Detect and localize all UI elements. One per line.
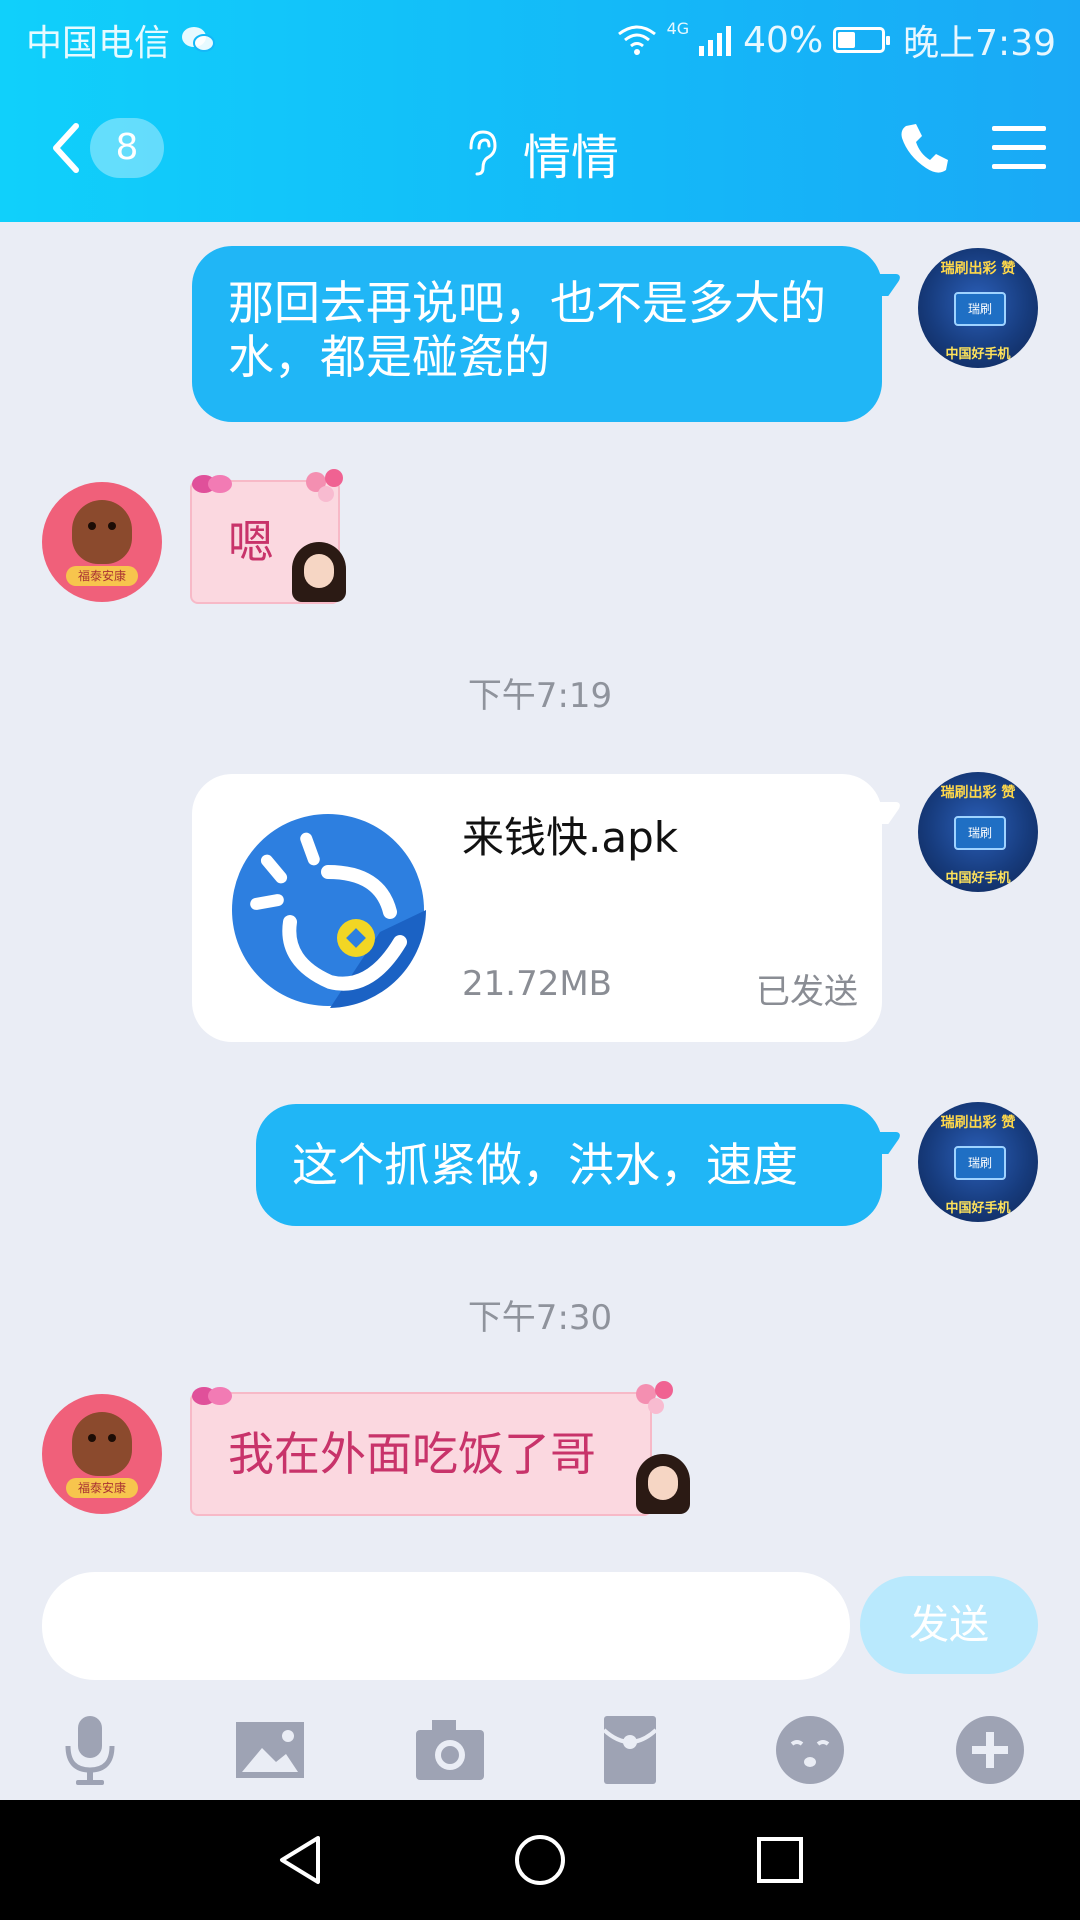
input-row: 发送 [0,1572,1080,1682]
timestamp: 下午7:30 [467,1298,613,1338]
emoji-icon[interactable] [770,1710,850,1790]
timestamp: 下午7:19 [467,676,613,716]
file-status: 已发送 [756,972,858,1012]
mic-icon[interactable] [50,1710,130,1790]
ear-icon[interactable] [461,128,501,178]
butterfly-icon [192,475,232,493]
recents-nav-icon[interactable] [750,1830,810,1890]
wechat-icon [182,27,216,52]
phone-icon[interactable] [898,120,950,176]
contact-avatar[interactable]: 福泰安康 [42,1394,162,1514]
camera-icon[interactable] [410,1710,490,1790]
sticker-girl [292,542,346,602]
message-bubble-outgoing[interactable]: 这个抓紧做，洪水，速度 [256,1104,882,1226]
input-toolbar [0,1700,1080,1810]
sticker-girl [636,1454,690,1514]
carrier: 中国电信 [26,14,216,66]
message-bubble-incoming[interactable]: 我在外面吃饭了哥 [190,1392,652,1516]
network-type: 4G [666,18,690,38]
nav-bar: 8 情情 [0,100,1080,200]
butterfly-icon [192,1387,232,1405]
signal-icon [699,26,732,56]
system-nav-bar [0,1800,1080,1920]
header: 中国电信 4G 40% 晚上7:39 8 情情 [0,0,1080,222]
file-name: 来钱快.apk [462,813,679,862]
red-packet-icon[interactable] [590,1710,670,1790]
file-size: 21.72MB [462,964,612,1004]
message-text: 我在外面吃饭了哥 [228,1427,596,1481]
file-message-card[interactable]: 来钱快.apk 21.72MB 已发送 [192,774,882,1042]
message-text: 嗯 [228,515,274,569]
send-button[interactable]: 发送 [860,1576,1038,1674]
my-avatar[interactable]: 瑞刷出彩 赞 瑞刷 中国好手机 [918,772,1038,892]
flower-icon [306,469,343,502]
message-text: 那回去再说吧，也不是多大的水，都是碰瓷的 [228,276,826,384]
my-avatar[interactable]: 瑞刷出彩 赞 瑞刷 中国好手机 [918,1102,1038,1222]
message-text: 这个抓紧做，洪水，速度 [292,1138,798,1192]
wifi-icon [617,25,656,55]
home-nav-icon[interactable] [510,1830,570,1890]
clock: 晚上7:39 [903,23,1056,64]
battery-icon [833,27,891,53]
message-input[interactable] [42,1572,850,1680]
plus-icon[interactable] [950,1710,1030,1790]
my-avatar[interactable]: 瑞刷出彩 赞 瑞刷 中国好手机 [918,248,1038,368]
flower-icon [636,1381,673,1414]
status-right: 4G 40% 晚上7:39 [617,14,1056,66]
message-bubble-outgoing[interactable]: 那回去再说吧，也不是多大的水，都是碰瓷的 [192,246,882,422]
battery-percent: 40% [743,19,824,61]
image-icon[interactable] [230,1710,310,1790]
contact-name[interactable]: 情情 [523,118,619,188]
back-nav-icon[interactable] [270,1830,330,1890]
apk-app-icon [232,814,426,1008]
menu-icon[interactable] [992,124,1046,172]
carrier-name: 中国电信 [26,23,171,64]
status-bar: 中国电信 4G 40% 晚上7:39 [0,0,1080,75]
message-list[interactable]: 瑞刷出彩 赞 瑞刷 中国好手机 那回去再说吧，也不是多大的水，都是碰瓷的 福泰安… [0,222,1080,1572]
contact-avatar[interactable]: 福泰安康 [42,482,162,602]
